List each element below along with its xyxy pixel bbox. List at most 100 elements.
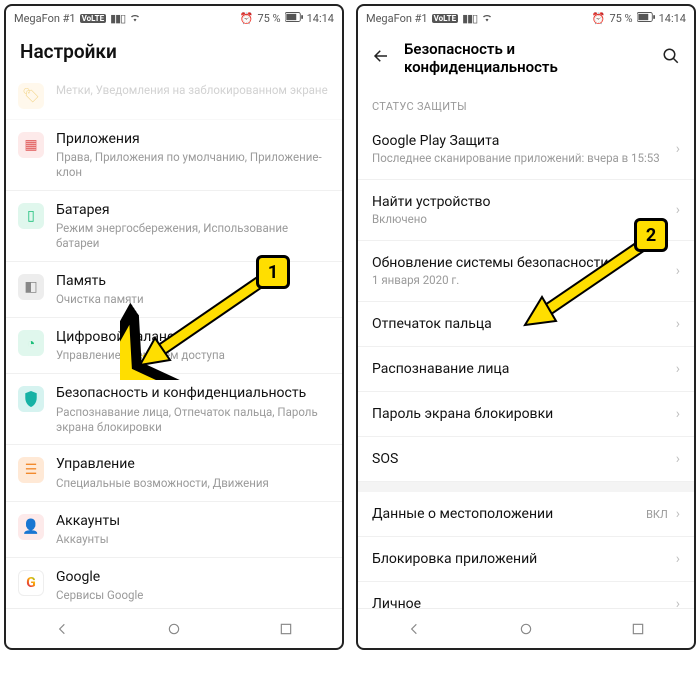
volte-badge: VoLTE [80, 14, 106, 23]
battery-pct: 75 % [257, 12, 280, 25]
battery-icon [637, 12, 655, 25]
page-title: Безопасность и конфиденциальность [404, 40, 648, 76]
chevron-right-icon: › [676, 451, 680, 467]
balance-icon: ◔ [18, 330, 44, 356]
row-title: Данные о местоположении [372, 506, 638, 522]
signal-icon: ▮▮▯ [462, 12, 477, 25]
row-location[interactable]: Данные о местоположении ВКЛ › [358, 492, 694, 537]
row-subtitle: Аккаунты [56, 532, 328, 547]
phone-right-security: MegaFon #1 VoLTE ▮▮▯ ⏰ 75 % 14:14 Безопа… [356, 4, 696, 650]
clock-label: 14:14 [307, 12, 334, 25]
row-app-lock[interactable]: Блокировка приложений › [358, 537, 694, 582]
row-title: SOS [372, 451, 668, 467]
back-button[interactable] [372, 47, 390, 69]
row-title: Цифровой баланс [56, 328, 328, 346]
tag-icon: 🏷 [18, 83, 44, 109]
row-title: Распознавание лица [372, 361, 668, 377]
annotation-badge-1: 1 [256, 255, 290, 289]
apps-icon: ▦ [18, 132, 44, 158]
annotation-badge-2: 2 [634, 218, 668, 252]
nav-back-button[interactable] [405, 620, 423, 638]
row-subtitle: Режим энергосбережения, Использование ба… [56, 221, 328, 251]
settings-row-management[interactable]: ☰ Управление Специальные возможности, Дв… [6, 445, 342, 501]
settings-row-balance[interactable]: ◔ Цифровой баланс Управление временем до… [6, 318, 342, 374]
battery-pct: 75 % [609, 12, 632, 25]
row-value: ВКЛ [646, 508, 668, 521]
carrier-label: MegaFon #1 [366, 12, 428, 25]
settings-row-google[interactable]: G Google Сервисы Google [6, 558, 342, 608]
settings-row-battery[interactable]: ▯ Батарея Режим энергосбережения, Исполь… [6, 191, 342, 262]
row-subtitle: 1 января 2020 г. [372, 273, 668, 287]
row-title: Отпечаток пальца [372, 316, 668, 332]
alarm-icon: ⏰ [592, 12, 606, 25]
signal-icon: ▮▮▯ [110, 12, 125, 25]
chevron-right-icon: › [676, 202, 680, 218]
row-title: Google Play Защита [372, 133, 668, 149]
battery-icon: ▯ [18, 203, 44, 229]
nav-bar [6, 608, 342, 648]
alarm-icon: ⏰ [240, 12, 254, 25]
chevron-right-icon: › [676, 361, 680, 377]
nav-recent-button[interactable] [277, 620, 295, 638]
row-subtitle: Метки, Уведомления на заблокированном эк… [56, 83, 328, 98]
row-subtitle: Включено [372, 212, 668, 226]
phone-left-settings: MegaFon #1 VoLTE ▮▮▯ ⏰ 75 % 14:14 Настро… [4, 4, 344, 650]
row-title: Google [56, 568, 328, 586]
page-header: Настройки [6, 30, 342, 71]
nav-recent-button[interactable] [629, 620, 647, 638]
nav-home-button[interactable] [165, 620, 183, 638]
nav-back-button[interactable] [53, 620, 71, 638]
row-subtitle: Управление временем доступа [56, 348, 328, 363]
status-row-play-protect[interactable]: Google Play Защита Последнее сканировани… [358, 119, 694, 180]
battery-icon [285, 12, 303, 25]
row-title: Найти устройство [372, 194, 668, 210]
row-title: Безопасность и конфиденциальность [56, 384, 328, 402]
nav-home-button[interactable] [517, 620, 535, 638]
row-subtitle: Права, Приложения по умолчанию, Приложен… [56, 150, 328, 180]
page-title: Настройки [20, 40, 328, 63]
chevron-right-icon: › [676, 316, 680, 332]
row-title: Приложения [56, 130, 328, 148]
row-title: Личное [372, 596, 668, 608]
settings-row-apps[interactable]: ▦ Приложения Права, Приложения по умолча… [6, 120, 342, 191]
row-lock-password[interactable]: Пароль экрана блокировки › [358, 392, 694, 437]
row-subtitle: Сервисы Google [56, 588, 328, 603]
chevron-right-icon: › [676, 141, 680, 157]
settings-row-labels[interactable]: 🏷 Метки, Уведомления на заблокированном … [6, 71, 342, 120]
chevron-right-icon: › [676, 506, 680, 522]
wifi-icon [129, 12, 141, 25]
section-status: СТАТУС ЗАЩИТЫ [358, 84, 694, 119]
sliders-icon: ☰ [18, 457, 44, 483]
settings-row-accounts[interactable]: 👤 Аккаунты Аккаунты [6, 502, 342, 558]
row-title: Батарея [56, 201, 328, 219]
row-title: Аккаунты [56, 512, 328, 530]
row-subtitle: Последнее сканирование приложений: вчера… [372, 151, 668, 165]
person-icon: 👤 [18, 514, 44, 540]
row-subtitle: Распознавание лица, Отпечаток пальца, Па… [56, 405, 328, 435]
row-title: Пароль экрана блокировки [372, 406, 668, 422]
section-divider [358, 482, 694, 492]
chevron-right-icon: › [676, 406, 680, 422]
settings-row-memory[interactable]: ◧ Память Очистка памяти [6, 262, 342, 318]
row-title: Обновление системы безопасности [372, 255, 668, 271]
search-button[interactable] [662, 47, 680, 69]
row-private[interactable]: Личное › [358, 582, 694, 608]
memory-icon: ◧ [18, 274, 44, 300]
chevron-right-icon: › [676, 551, 680, 567]
page-header: Безопасность и конфиденциальность [358, 30, 694, 84]
clock-label: 14:14 [659, 12, 686, 25]
status-bar: MegaFon #1 VoLTE ▮▮▯ ⏰ 75 % 14:14 [358, 6, 694, 30]
wifi-icon [481, 12, 493, 25]
settings-row-security[interactable]: Безопасность и конфиденциальность Распоз… [6, 374, 342, 445]
row-subtitle: Очистка памяти [56, 292, 328, 307]
row-fingerprint[interactable]: Отпечаток пальца › [358, 302, 694, 347]
status-bar: MegaFon #1 VoLTE ▮▮▯ ⏰ 75 % 14:14 [6, 6, 342, 30]
volte-badge: VoLTE [432, 14, 458, 23]
carrier-label: MegaFon #1 [14, 12, 76, 25]
row-subtitle: Специальные возможности, Движения [56, 476, 328, 491]
row-face-unlock[interactable]: Распознавание лица › [358, 347, 694, 392]
google-icon: G [18, 570, 44, 596]
row-sos[interactable]: SOS › [358, 437, 694, 482]
shield-icon [18, 386, 44, 412]
chevron-right-icon: › [676, 263, 680, 279]
